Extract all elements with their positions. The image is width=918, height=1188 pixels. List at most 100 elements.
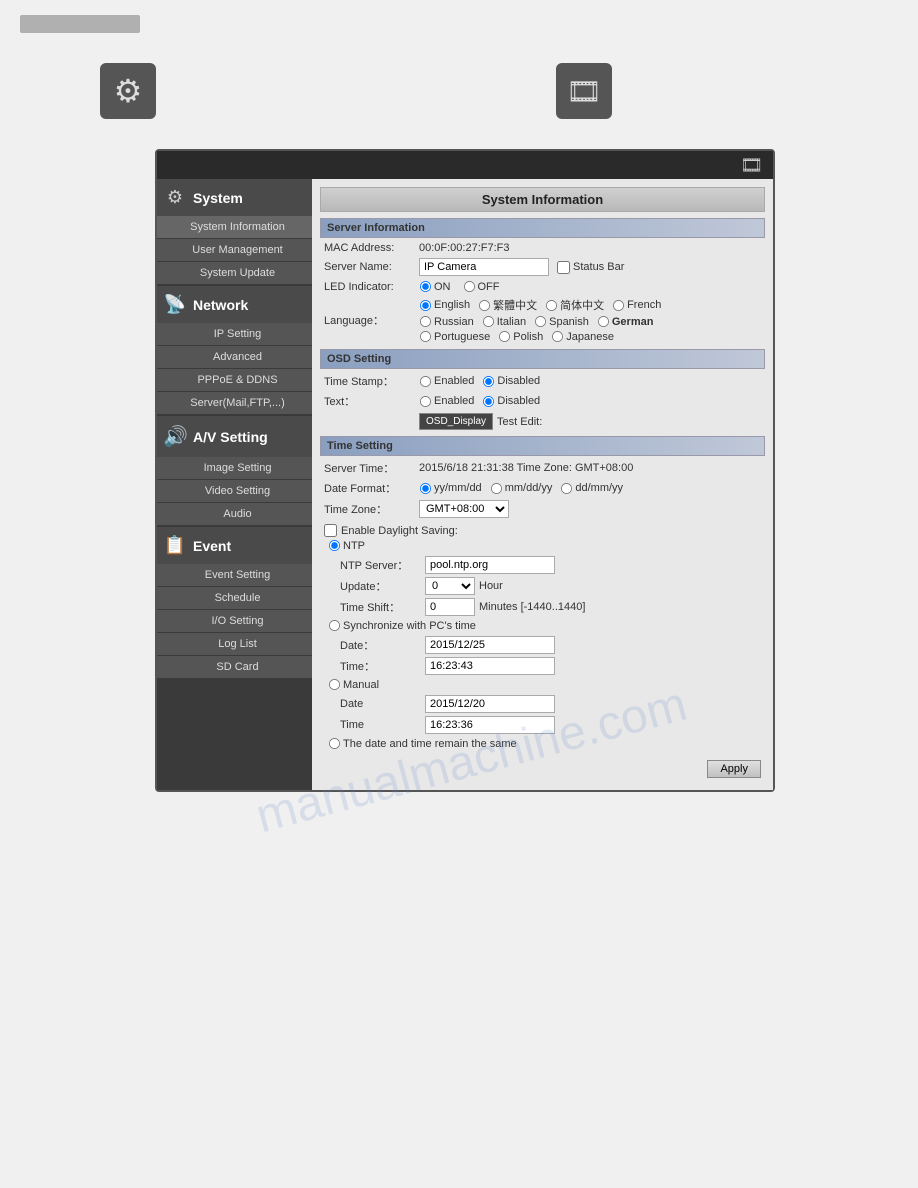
apply-button[interactable]: Apply [707, 760, 761, 778]
lang-english[interactable]: English [419, 299, 470, 312]
timezone-row: Time Zone： GMT+08:00 [320, 500, 765, 518]
sidebar-item-ip-setting[interactable]: IP Setting [157, 323, 312, 345]
led-on-label: ON [434, 281, 451, 293]
osd-display-row: OSD_Display Test Edit: [320, 413, 765, 430]
sidebar-item-pppoe-ddns[interactable]: PPPoE & DDNS [157, 369, 312, 391]
sidebar-item-log-list[interactable]: Log List [157, 633, 312, 655]
sidebar-item-system-information[interactable]: System Information [157, 216, 312, 238]
led-on-radio[interactable] [420, 281, 431, 292]
ts-enabled[interactable]: Enabled [419, 375, 474, 388]
sync-date-input[interactable] [425, 636, 555, 654]
manual-time-label: Time [340, 719, 425, 731]
ntp-radio-option[interactable]: NTP [328, 539, 365, 552]
sidebar-item-server[interactable]: Server(Mail,FTP,...) [157, 392, 312, 414]
film-icon[interactable] [556, 63, 612, 119]
manual-radio-option[interactable]: Manual [328, 678, 379, 691]
manual-label: Manual [343, 679, 379, 691]
osd-text-options: Enabled Disabled [419, 395, 540, 408]
top-bar [0, 0, 918, 129]
panel-title: System Information [320, 187, 765, 212]
daylight-checkbox[interactable] [324, 524, 337, 537]
sidebar-section-event: 📋 Event Event Setting Schedule I/O Setti… [157, 527, 312, 678]
same-radio-option[interactable]: The date and time remain the same [328, 737, 517, 750]
ts-disabled-label: Disabled [497, 375, 540, 387]
sync-pc-option-row: Synchronize with PC's time [320, 619, 765, 632]
sidebar-item-system-update[interactable]: System Update [157, 262, 312, 284]
led-row: LED Indicator: ON OFF [320, 280, 765, 293]
mac-label: MAC Address: [324, 242, 419, 254]
gear-icon[interactable] [100, 63, 156, 119]
osd-text-row: Text： Enabled Disabled [320, 393, 765, 409]
timestamp-options: Enabled Disabled [419, 375, 540, 388]
sidebar-header-av[interactable]: 🔊 A/V Setting [157, 416, 312, 457]
text-disabled-label: Disabled [497, 395, 540, 407]
hour-label: Hour [479, 580, 503, 592]
led-off-radio[interactable] [463, 281, 474, 292]
status-bar-checkbox[interactable] [557, 261, 570, 274]
text-enabled[interactable]: Enabled [419, 395, 474, 408]
ui-body: ⚙ System System Information User Managem… [157, 179, 773, 790]
fmt-yymdd[interactable]: yy/mm/dd [419, 482, 482, 495]
led-on-option[interactable]: ON [419, 280, 451, 293]
sidebar-item-sd-card[interactable]: SD Card [157, 656, 312, 678]
lang-japanese[interactable]: Japanese [551, 330, 614, 343]
lang-polish[interactable]: Polish [498, 330, 543, 343]
ntp-server-row: NTP Server： [320, 556, 765, 574]
lang-russian[interactable]: Russian [419, 315, 474, 328]
server-time-label: Server Time： [324, 460, 419, 476]
ts-disabled[interactable]: Disabled [482, 375, 540, 388]
event-label: Event [193, 538, 231, 554]
led-options: ON OFF [419, 280, 500, 293]
fmt-mmddyy[interactable]: mm/dd/yy [490, 482, 553, 495]
sidebar-item-user-management[interactable]: User Management [157, 239, 312, 261]
manual-date-input[interactable] [425, 695, 555, 713]
led-off-option[interactable]: OFF [463, 280, 500, 293]
text-disabled[interactable]: Disabled [482, 395, 540, 408]
time-shift-input[interactable] [425, 598, 475, 616]
sidebar-item-schedule[interactable]: Schedule [157, 587, 312, 609]
sidebar-item-advanced[interactable]: Advanced [157, 346, 312, 368]
sidebar-header-event[interactable]: 📋 Event [157, 527, 312, 564]
server-name-input[interactable] [419, 258, 549, 276]
time-shift-row: Time Shift： Minutes [-1440..1440] [320, 598, 765, 616]
daylight-row: Enable Daylight Saving: [320, 522, 765, 539]
update-select[interactable]: 0 [425, 577, 475, 595]
fmt-ddmmyy[interactable]: dd/mm/yy [560, 482, 623, 495]
ui-top-bar: 🎞 [157, 151, 773, 179]
mac-value: 00:0F:00:27:F7:F3 [419, 242, 510, 254]
lang-portuguese[interactable]: Portuguese [419, 330, 490, 343]
sync-time-row: Time： [320, 657, 765, 675]
sidebar-item-video-setting[interactable]: Video Setting [157, 480, 312, 502]
sync-date-row: Date： [320, 636, 765, 654]
sidebar-header-network[interactable]: 📡 Network [157, 286, 312, 323]
update-label: Update： [340, 578, 425, 594]
server-name-label: Server Name: [324, 261, 419, 273]
osd-text-label: Text： [324, 393, 419, 409]
minutes-hint: Minutes [-1440..1440] [479, 601, 585, 613]
sidebar-item-event-setting[interactable]: Event Setting [157, 564, 312, 586]
sync-pc-label: Synchronize with PC's time [343, 620, 476, 632]
lang-trad-chinese[interactable]: 繁體中文 [478, 297, 537, 313]
sidebar-section-av: 🔊 A/V Setting Image Setting Video Settin… [157, 416, 312, 525]
ntp-server-label: NTP Server： [340, 557, 425, 573]
sidebar-item-audio[interactable]: Audio [157, 503, 312, 525]
lang-simp-chinese[interactable]: 简体中文 [545, 297, 604, 313]
timezone-select[interactable]: GMT+08:00 [419, 500, 509, 518]
manual-date-label: Date [340, 698, 425, 710]
lang-spanish[interactable]: Spanish [534, 315, 589, 328]
osd-display-box: OSD_Display [419, 413, 493, 430]
sidebar-item-io-setting[interactable]: I/O Setting [157, 610, 312, 632]
sync-date-label: Date： [340, 637, 425, 653]
sidebar-header-system[interactable]: ⚙ System [157, 179, 312, 216]
sync-pc-radio-option[interactable]: Synchronize with PC's time [328, 619, 476, 632]
top-gray-bar [20, 15, 140, 33]
lang-french[interactable]: French [612, 299, 661, 312]
sidebar-item-image-setting[interactable]: Image Setting [157, 457, 312, 479]
lang-german[interactable]: German [597, 315, 654, 328]
lang-italian[interactable]: Italian [482, 315, 526, 328]
timezone-label: Time Zone： [324, 501, 419, 517]
ntp-server-input[interactable] [425, 556, 555, 574]
manual-time-input[interactable] [425, 716, 555, 734]
led-off-label: OFF [478, 281, 500, 293]
sync-time-input[interactable] [425, 657, 555, 675]
